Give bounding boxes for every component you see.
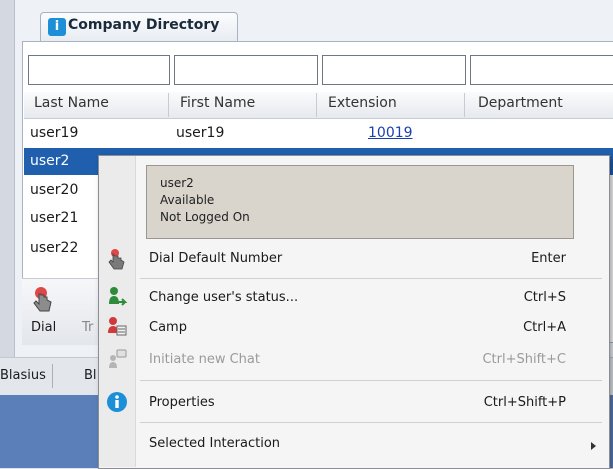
submenu-arrow-icon [591, 442, 596, 450]
extension-link[interactable]: 10019 [368, 125, 413, 141]
table-row-last-name[interactable]: user22 [30, 240, 78, 256]
filter-last-name-input[interactable] [28, 55, 170, 85]
menu-item-change-status[interactable]: Change user's status... [149, 290, 298, 305]
info-user-name: user2 [160, 176, 194, 190]
menu-separator [140, 422, 602, 423]
transfer-button-label[interactable]: Tr [82, 320, 93, 335]
info-status: Available [160, 193, 215, 207]
info-logon: Not Logged On [160, 210, 250, 224]
filter-first-name-input[interactable] [174, 55, 318, 85]
shortcut-enter: Enter [531, 251, 566, 266]
menu-icon-gutter [99, 156, 136, 467]
dial-hand-icon [108, 249, 125, 270]
shortcut-ctrl-shift-c: Ctrl+Shift+C [482, 352, 566, 367]
strip-tab[interactable]: Blasius [0, 364, 53, 388]
tab-title: Company Directory [68, 17, 220, 33]
menu-item-dial-default-number[interactable]: Dial Default Number [149, 251, 282, 266]
table-row-last-name[interactable]: user21 [30, 210, 78, 226]
column-divider[interactable] [316, 93, 317, 117]
menu-separator [140, 278, 602, 279]
table-row-last-name[interactable]: user20 [30, 182, 78, 198]
chat-icon [109, 349, 127, 368]
column-divider[interactable] [464, 93, 465, 117]
shortcut-ctrl-shift-p: Ctrl+Shift+P [483, 395, 566, 410]
left-frame [0, 0, 15, 390]
column-header-first-name[interactable]: First Name [180, 95, 255, 111]
menu-item-camp[interactable]: Camp [149, 320, 187, 335]
camp-icon [108, 317, 127, 336]
dial-hand-icon[interactable] [30, 286, 56, 314]
column-header-department[interactable]: Department [478, 95, 563, 111]
column-header-extension[interactable]: Extension [328, 95, 397, 111]
filter-extension-input[interactable] [322, 55, 466, 85]
dial-button-label[interactable]: Dial [31, 320, 56, 335]
shortcut-ctrl-a: Ctrl+A [523, 320, 566, 335]
table-row-last-name[interactable]: user19 [30, 125, 78, 141]
menu-item-initiate-chat: Initiate new Chat [149, 352, 260, 367]
table-row-last-name[interactable]: user2 [30, 153, 69, 169]
filter-department-input[interactable] [470, 55, 613, 85]
shortcut-ctrl-s: Ctrl+S [523, 290, 566, 305]
menu-separator [140, 380, 602, 381]
column-header-last-name[interactable]: Last Name [34, 95, 109, 111]
menu-item-properties[interactable]: Properties [149, 395, 215, 410]
change-status-icon [109, 287, 128, 306]
menu-item-selected-interaction[interactable]: Selected Interaction [149, 436, 280, 451]
column-divider[interactable] [168, 93, 169, 117]
directory-icon: i [48, 18, 66, 36]
info-icon [107, 392, 127, 412]
table-row-first-name[interactable]: user19 [176, 125, 224, 141]
